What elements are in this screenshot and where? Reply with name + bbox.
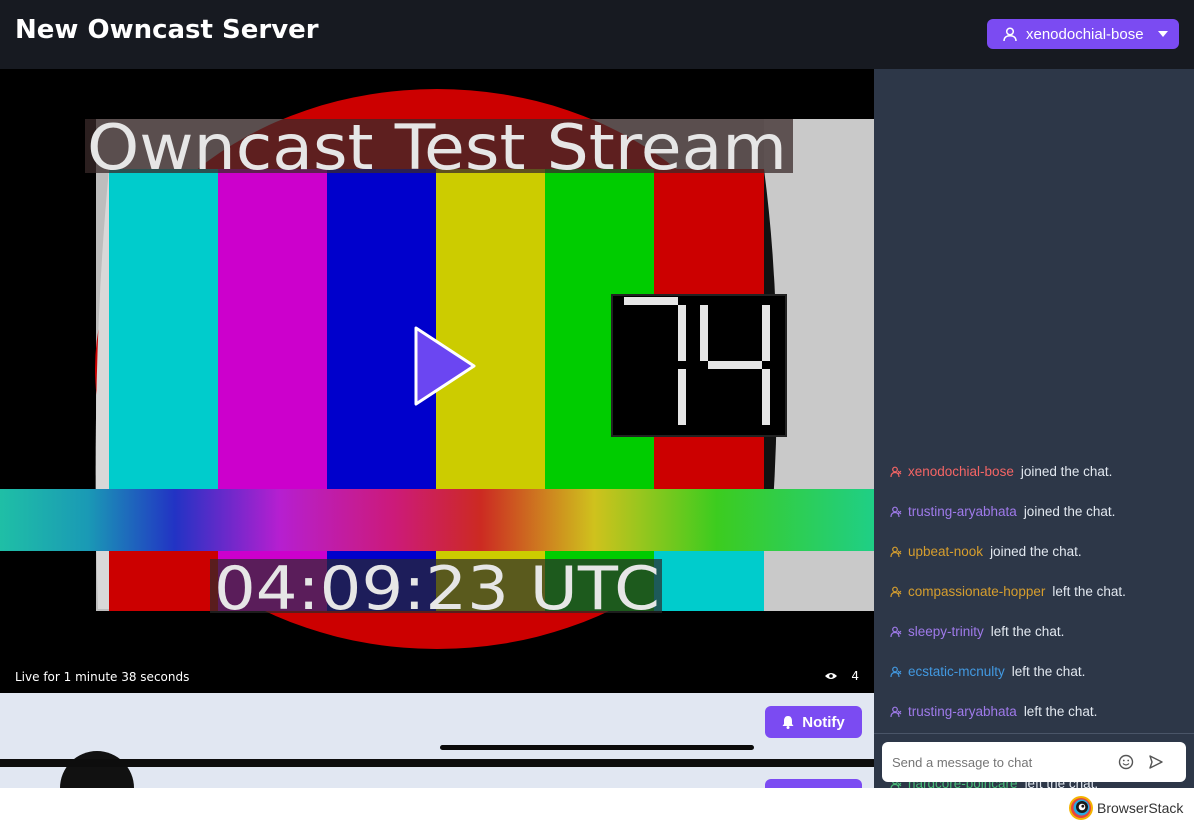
send-icon[interactable] xyxy=(1148,754,1164,770)
stream-info-area: Notify xyxy=(0,693,874,788)
chat-text: joined the chat. xyxy=(1023,504,1116,519)
chat-message: upbeat-nook joined the chat. xyxy=(890,544,1082,559)
user-icon xyxy=(1003,26,1017,41)
browserstack-logo-icon xyxy=(1069,796,1093,820)
home-indicator xyxy=(440,745,754,750)
site-title: New Owncast Server xyxy=(15,15,319,45)
chat-message: xenodochial-bose joined the chat. xyxy=(890,464,1112,479)
avatar xyxy=(60,751,134,788)
chat-text: joined the chat. xyxy=(1020,464,1113,479)
notify-button[interactable]: Notify xyxy=(765,706,862,738)
chat-username[interactable]: trusting-aryabhata xyxy=(908,504,1017,519)
user-menu-button[interactable]: xenodochial-bose xyxy=(987,19,1179,49)
video-player[interactable]: Owncast Test Stream 04:09:23 UTC Live fo… xyxy=(0,69,874,693)
chat-user-icon xyxy=(890,466,902,477)
eye-icon xyxy=(825,673,838,679)
chat-user-icon xyxy=(890,546,902,557)
chat-username[interactable]: ecstatic-mcnulty xyxy=(908,664,1005,679)
chat-text: joined the chat. xyxy=(990,544,1082,559)
chat-message: trusting-aryabhata joined the chat. xyxy=(890,504,1115,519)
chat-input-box[interactable] xyxy=(882,742,1186,782)
chat-message: trusting-aryabhata left the chat. xyxy=(890,704,1097,719)
chat-panel: xenodochial-bose joined the chat. trusting… xyxy=(874,69,1194,788)
chat-user-icon xyxy=(890,626,902,637)
chat-input[interactable] xyxy=(882,742,1102,782)
chat-user-icon xyxy=(890,706,902,717)
chat-user-icon xyxy=(890,506,902,517)
chat-text: left the chat. xyxy=(990,624,1065,639)
chat-text: left the chat. xyxy=(1023,704,1098,719)
top-bar: New Owncast Server xenodochial-bose xyxy=(0,0,1194,69)
chat-user-icon xyxy=(890,666,902,677)
stream-timestamp: 04:09:23 UTC xyxy=(214,554,660,624)
viewer-count: 4 xyxy=(825,669,859,683)
chat-username[interactable]: sleepy-trinity xyxy=(908,624,984,639)
divider xyxy=(0,759,874,767)
emoji-icon[interactable] xyxy=(1118,754,1134,770)
play-icon[interactable] xyxy=(414,326,478,406)
chat-username[interactable]: upbeat-nook xyxy=(908,544,983,559)
notify-label: Notify xyxy=(802,713,845,731)
chat-text: left the chat. xyxy=(1052,584,1126,599)
footer: BrowserStack xyxy=(0,788,1194,827)
chat-username[interactable]: compassionate-hopper xyxy=(908,584,1045,599)
chat-divider xyxy=(874,733,1194,734)
bell-icon xyxy=(782,716,794,729)
chat-username[interactable]: trusting-aryabhata xyxy=(908,704,1017,719)
chat-user-icon xyxy=(890,586,902,597)
chat-message: ecstatic-mcnulty left the chat. xyxy=(890,664,1085,679)
chat-username[interactable]: xenodochial-bose xyxy=(908,464,1014,479)
overlay-title: Owncast Test Stream xyxy=(87,111,787,184)
user-menu-label: xenodochial-bose xyxy=(1026,25,1144,43)
chat-message: sleepy-trinity left the chat. xyxy=(890,624,1064,639)
chat-text: left the chat. xyxy=(1011,664,1086,679)
viewer-count-value: 4 xyxy=(851,669,859,683)
chat-message: compassionate-hopper left the chat. xyxy=(890,584,1126,599)
caret-down-icon xyxy=(1157,31,1168,37)
browserstack-label: BrowserStack xyxy=(1097,800,1184,816)
notify-button-duplicate[interactable] xyxy=(765,779,862,788)
live-status: Live for 1 minute 38 seconds xyxy=(15,670,190,684)
